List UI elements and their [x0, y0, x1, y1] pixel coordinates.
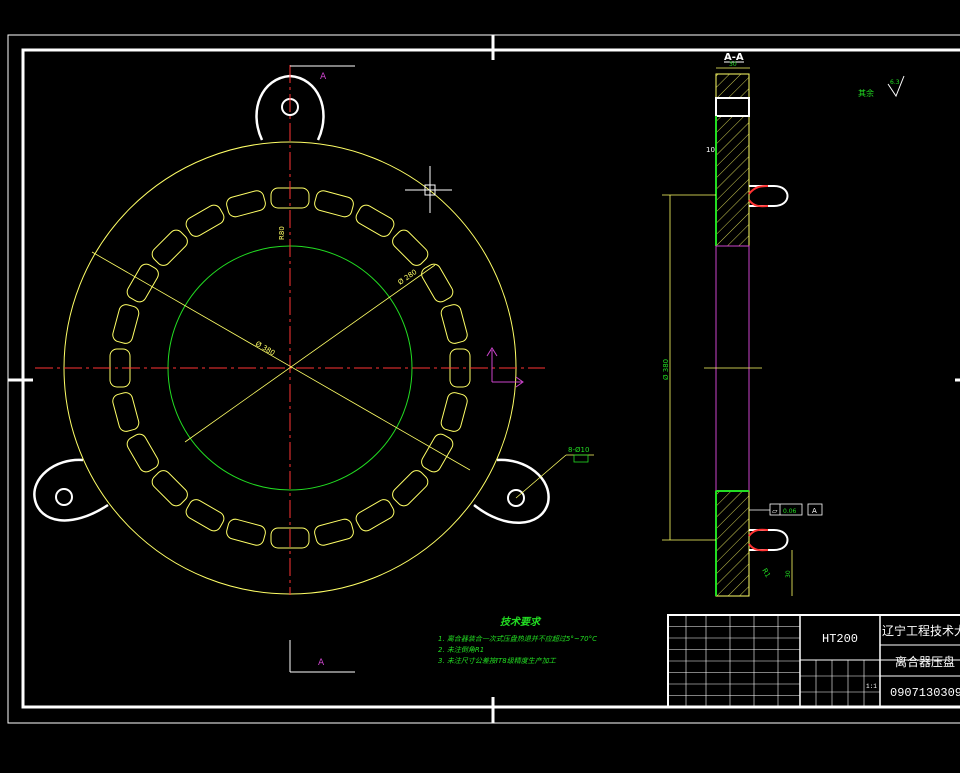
- slot: [151, 470, 188, 507]
- dim-line-diagonal-1: [91, 251, 471, 471]
- tolerance-value: 0.06: [783, 508, 797, 515]
- title-block: HT200 辽宁工程技术大学 离合器压盘 0907130309 1:1: [667, 614, 960, 708]
- dim-step-label: 10: [706, 146, 715, 154]
- slot: [392, 229, 429, 266]
- section-middle-web: [715, 245, 750, 492]
- slot: [421, 263, 454, 303]
- section-bottom-body: [715, 490, 750, 597]
- title-material: HT200: [822, 632, 858, 646]
- section-view: A-A 30 Ø 380 10 ⏥ 0.06 A R1 30 其余 6.3: [662, 52, 905, 597]
- slot: [355, 204, 395, 237]
- front-view: Ø 380 Ø 280 R80 A A 8-Ø10: [33, 65, 594, 673]
- surface-finish-rest-label: 其余: [858, 88, 874, 98]
- tech-req-item-1: 1. 离合器装合一次式压盘热退并不应超过5°~70°C: [438, 635, 597, 643]
- slot: [355, 499, 395, 532]
- slot: [112, 392, 140, 432]
- tolerance-symbol-icon: ⏥: [772, 507, 778, 515]
- slot: [151, 229, 188, 266]
- slot: [392, 470, 429, 507]
- tech-req-item-2: 2. 未注倒角R1: [438, 646, 484, 654]
- slot: [421, 433, 454, 473]
- dim-inner-circle-label: Ø 280: [397, 268, 419, 287]
- dim-fillet-label: R1: [760, 567, 772, 579]
- surface-finish-value: 6.3: [890, 79, 900, 86]
- dim-hole-pattern-label: Ø 380: [254, 340, 276, 357]
- lug-left-hole: [55, 488, 73, 506]
- view-marker-bottom: A: [318, 658, 325, 668]
- slot: [126, 263, 159, 303]
- slot: [112, 304, 140, 344]
- tech-req-title: 技术要求: [500, 616, 542, 628]
- section-bottom-lug-red: [748, 528, 769, 552]
- dim-radial-label: R80: [278, 226, 286, 240]
- slot: [226, 518, 266, 546]
- lug-left: [33, 458, 109, 522]
- dim-width-label: 30: [729, 61, 737, 68]
- tolerance-datum: A: [812, 507, 817, 515]
- hole-callout-leader: [515, 454, 567, 499]
- tech-req-item-3: 3. 未注尺寸公差按IT8级精度生产加工: [438, 657, 557, 665]
- section-bottom-lug: [749, 529, 789, 551]
- title-scale: 1:1: [866, 683, 877, 690]
- crosshair-cursor-icon: [405, 166, 452, 213]
- title-drawing-number: 0907130309: [890, 686, 960, 700]
- dim-line-diagonal-2: [184, 264, 436, 443]
- slot: [314, 190, 354, 218]
- slot: [440, 392, 468, 432]
- view-marker-top: A: [320, 72, 327, 82]
- section-top-lug-red: [748, 185, 769, 208]
- cad-drawing: Ø 380 Ø 280 R80 A A 8-Ø10 A-A 30 Ø 380 1…: [7, 34, 960, 724]
- sheet-outer-border: [7, 34, 960, 724]
- title-block-grid: [668, 615, 880, 707]
- technical-requirements: 技术要求 1. 离合器装合一次式压盘热退并不应超过5°~70°C 2. 未注倒角…: [438, 616, 597, 665]
- title-university: 辽宁工程技术大学: [882, 623, 960, 638]
- dim-total-label: Ø 380: [662, 359, 670, 380]
- slot: [440, 304, 468, 344]
- hole-callout-label: 8-Ø10: [568, 446, 589, 454]
- slot: [185, 204, 225, 237]
- title-part-name: 离合器压盘: [895, 654, 955, 669]
- dim-bottom-label: 30: [785, 570, 792, 578]
- slot: [314, 518, 354, 546]
- section-top-groove: [715, 97, 750, 117]
- slot: [226, 190, 266, 218]
- slot: [185, 499, 225, 532]
- hole-callout-box: [573, 454, 589, 463]
- slot: [126, 433, 159, 473]
